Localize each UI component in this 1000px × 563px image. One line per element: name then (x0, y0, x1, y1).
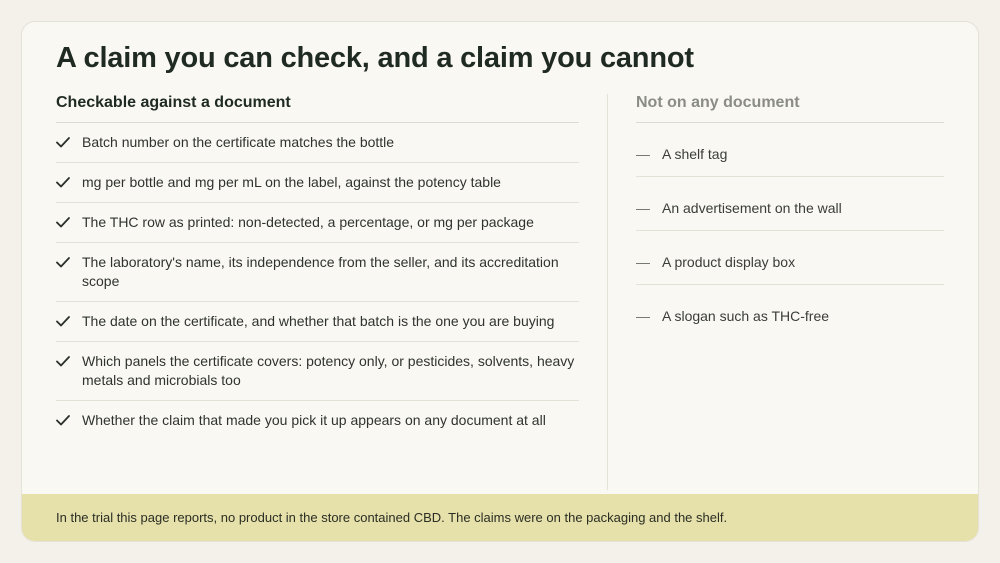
list-item: Batch number on the certificate matches … (56, 123, 579, 163)
not-on-document-list: — A shelf tag — An advertisement on the … (636, 123, 944, 339)
check-icon (56, 411, 82, 430)
list-item: — An advertisement on the wall (636, 177, 944, 231)
not-on-document-heading: Not on any document (636, 92, 944, 123)
list-item: The date on the certificate, and whether… (56, 302, 579, 342)
list-item-text: Whether the claim that made you pick it … (82, 412, 546, 428)
dash-icon: — (636, 145, 650, 162)
check-icon (56, 173, 82, 192)
column-divider (607, 94, 608, 490)
dash-icon: — (636, 253, 650, 270)
check-icon (56, 253, 82, 272)
list-item: mg per bottle and mg per mL on the label… (56, 163, 579, 203)
list-item: Whether the claim that made you pick it … (56, 401, 579, 440)
list-item: The laboratory's name, its independence … (56, 243, 579, 302)
list-item-text: The laboratory's name, its independence … (82, 254, 559, 289)
list-item-text: A product display box (662, 253, 796, 270)
list-item-text: Batch number on the certificate matches … (82, 134, 395, 150)
content-card: A claim you can check, and a claim you c… (21, 21, 979, 542)
footer-text: In the trial this page reports, no produ… (56, 510, 728, 525)
list-item: — A slogan such as THC-free (636, 285, 944, 339)
list-item: Which panels the certificate covers: pot… (56, 342, 579, 401)
list-item: The THC row as printed: non-detected, a … (56, 203, 579, 243)
list-item-text: A slogan such as THC-free (662, 308, 830, 324)
page-title: A claim you can check, and a claim you c… (56, 42, 694, 74)
check-icon (56, 352, 82, 371)
check-icon (56, 312, 82, 331)
checkable-column: Checkable against a document Batch numbe… (56, 92, 579, 440)
checkable-list: Batch number on the certificate matches … (56, 123, 579, 440)
list-item-text: Which panels the certificate covers: pot… (82, 353, 575, 388)
check-icon (56, 213, 82, 232)
list-item-text: The THC row as printed: non-detected, a … (82, 214, 534, 230)
dash-icon: — (636, 199, 650, 216)
list-item: — A product display box (636, 231, 944, 285)
list-item-text: A shelf tag (662, 145, 728, 162)
checkable-heading: Checkable against a document (56, 92, 579, 123)
footer-note: In the trial this page reports, no produ… (22, 494, 978, 541)
not-on-document-column: Not on any document — A shelf tag — An a… (636, 92, 944, 339)
check-icon (56, 133, 82, 152)
list-item-text: An advertisement on the wall (662, 199, 842, 216)
list-item-text: mg per bottle and mg per mL on the label… (82, 174, 501, 190)
list-item: — A shelf tag (636, 123, 944, 177)
dash-icon: — (636, 308, 650, 324)
list-item-text: The date on the certificate, and whether… (82, 313, 555, 329)
